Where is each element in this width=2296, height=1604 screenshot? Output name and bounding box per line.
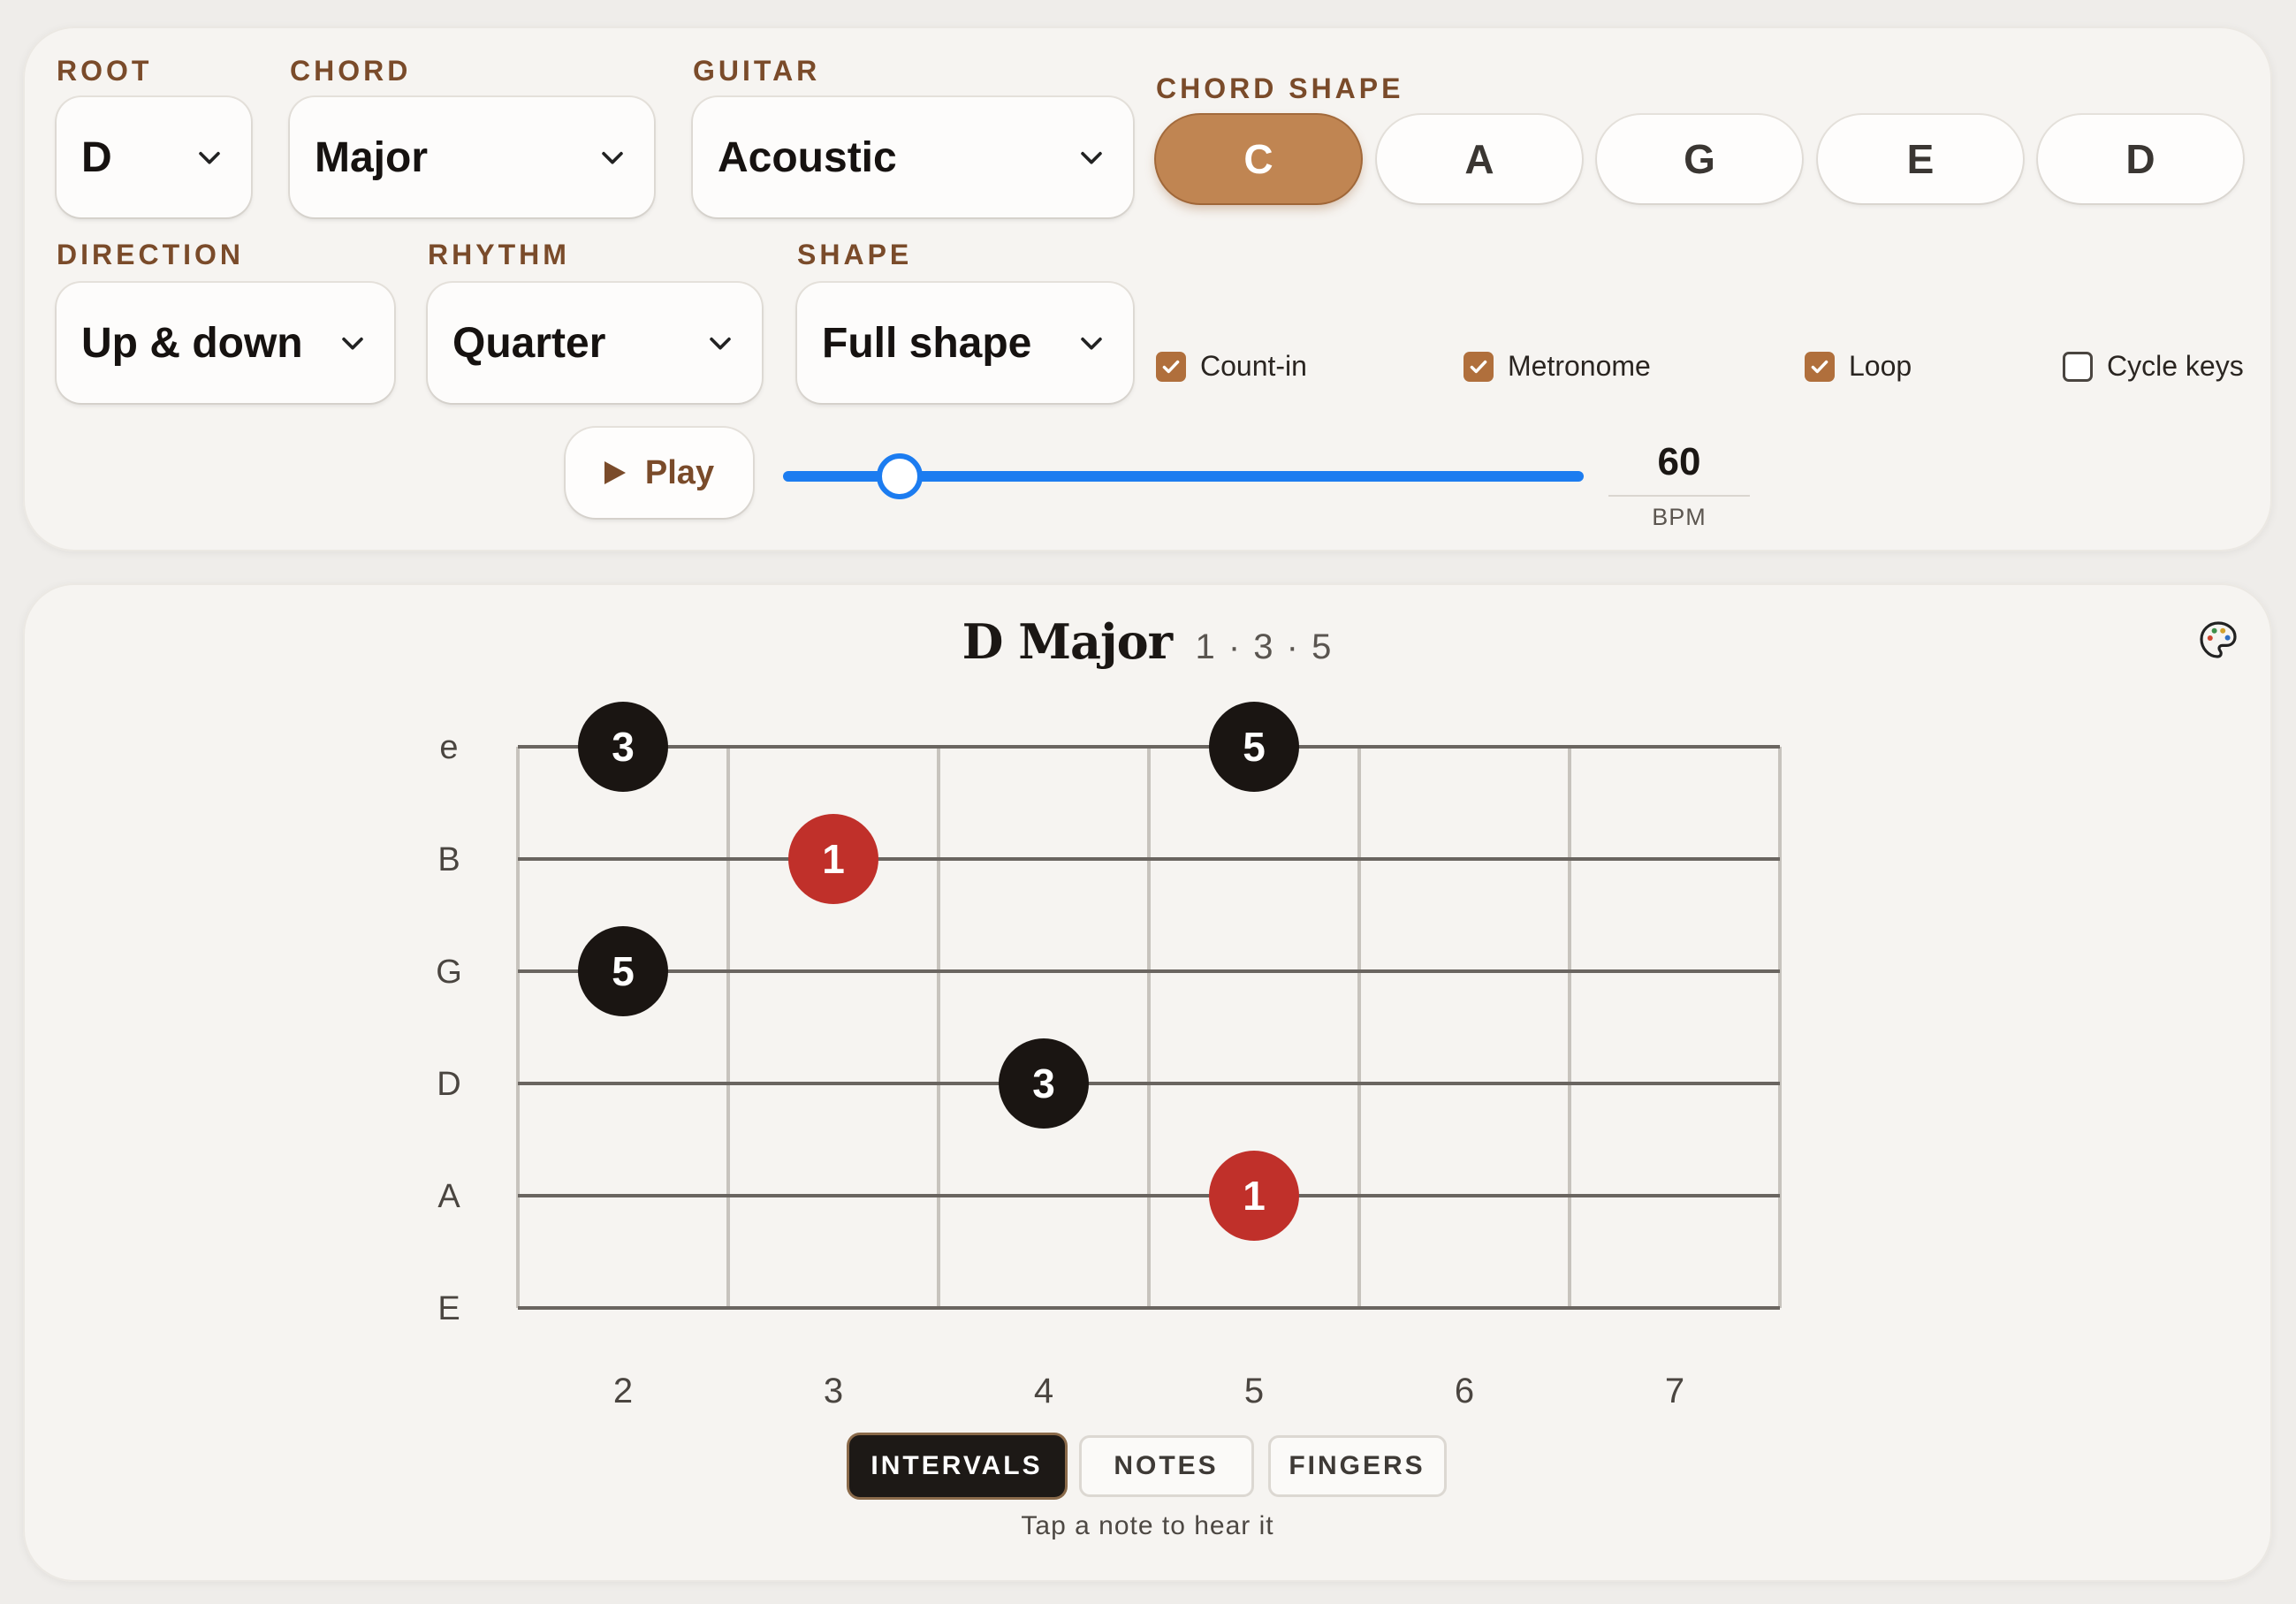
chord-shape-c-button[interactable]: C [1156,115,1361,203]
view-tabs: INTERVALS NOTES FINGERS [23,1435,2272,1497]
controls-panel: ROOT D CHORD Major GUITAR Acoustic CHORD… [23,27,2272,551]
string-label: e [439,729,458,766]
fret-number: 5 [1244,1372,1264,1410]
fretboard-panel: D Major 1 · 3 · 5 eBGDAE234567351531 INT… [23,583,2272,1582]
note-label: 5 [612,948,635,994]
tab-fingers[interactable]: FINGERS [1267,1435,1447,1497]
fret-number: 6 [1455,1372,1474,1410]
chord-label: CHORD [290,55,412,87]
chord-select[interactable]: Major [290,97,654,217]
checkmark-icon [1156,351,1186,382]
shape-select[interactable]: Full shape [797,283,1133,403]
empty-checkbox-icon [2063,351,2093,382]
chord-shape-g-button[interactable]: G [1597,115,1802,203]
root-label: ROOT [57,55,153,87]
loop-label: Loop [1849,350,1912,382]
checkmark-icon [1464,351,1494,382]
loop-checkbox[interactable]: Loop [1805,350,1912,383]
chevron-down-icon [199,151,220,164]
string-label: D [437,1066,460,1103]
chord-shape-d-button[interactable]: D [2038,115,2243,203]
note-label: 1 [1243,1173,1266,1219]
hint-text: Tap a note to hear it [1021,1511,1274,1540]
root-select[interactable]: D [57,97,251,217]
chord-shape-label: CHORD SHAPE [1156,72,1404,104]
bpm-value: 60 [1657,440,1701,483]
shape-value: Full shape [822,319,1032,367]
chord-shape-e-button[interactable]: E [1818,115,2023,203]
note-label: 3 [1032,1060,1055,1106]
direction-label: DIRECTION [57,239,244,270]
play-icon [604,461,626,484]
fret-number: 2 [613,1372,633,1410]
metronome-label: Metronome [1508,350,1651,382]
chevron-down-icon [1081,337,1102,350]
note-label: 1 [822,836,845,882]
chevron-down-icon [1081,151,1102,164]
guitar-label: GUITAR [693,55,821,87]
cycle-keys-checkbox[interactable]: Cycle keys [2063,350,2244,383]
root-value: D [81,133,112,181]
rhythm-select[interactable]: Quarter [428,283,762,403]
count-in-checkbox[interactable]: Count-in [1156,350,1307,383]
cycle-keys-label: Cycle keys [2107,350,2244,382]
fret-number: 7 [1665,1372,1684,1410]
fret-number: 4 [1034,1372,1053,1410]
chord-value: Major [315,133,429,181]
string-label: B [437,841,460,878]
note-label: 5 [1243,724,1266,770]
count-in-label: Count-in [1200,350,1307,382]
fret-number: 3 [824,1372,843,1410]
string-label: A [437,1178,460,1215]
guitar-select[interactable]: Acoustic [693,97,1133,217]
tab-intervals[interactable]: INTERVALS [848,1435,1065,1497]
tab-notes[interactable]: NOTES [1078,1435,1254,1497]
shape-label: SHAPE [797,239,913,270]
checkmark-icon [1805,351,1835,382]
bpm-divider [1608,495,1750,497]
bpm-unit: BPM [1652,504,1707,530]
chevron-down-icon [602,151,623,164]
chord-shape-a-button[interactable]: A [1377,115,1582,203]
guitar-value: Acoustic [718,133,897,181]
chevron-down-icon [342,337,363,350]
direction-select[interactable]: Up & down [57,283,394,403]
rhythm-value: Quarter [452,319,606,367]
metronome-checkbox[interactable]: Metronome [1464,350,1651,383]
fretboard-diagram: e B G D A E 2 3 4 5 6 7 3 5 1 5 3 1 [436,702,1782,1410]
tempo-slider-thumb[interactable] [877,453,923,499]
chevron-down-icon [710,337,731,350]
rhythm-label: RHYTHM [428,239,570,270]
string-label: E [437,1290,460,1327]
play-label: Play [644,453,715,491]
play-button[interactable]: Play [566,428,753,518]
note-label: 3 [612,724,635,770]
string-label: G [436,954,462,991]
direction-value: Up & down [81,319,303,367]
